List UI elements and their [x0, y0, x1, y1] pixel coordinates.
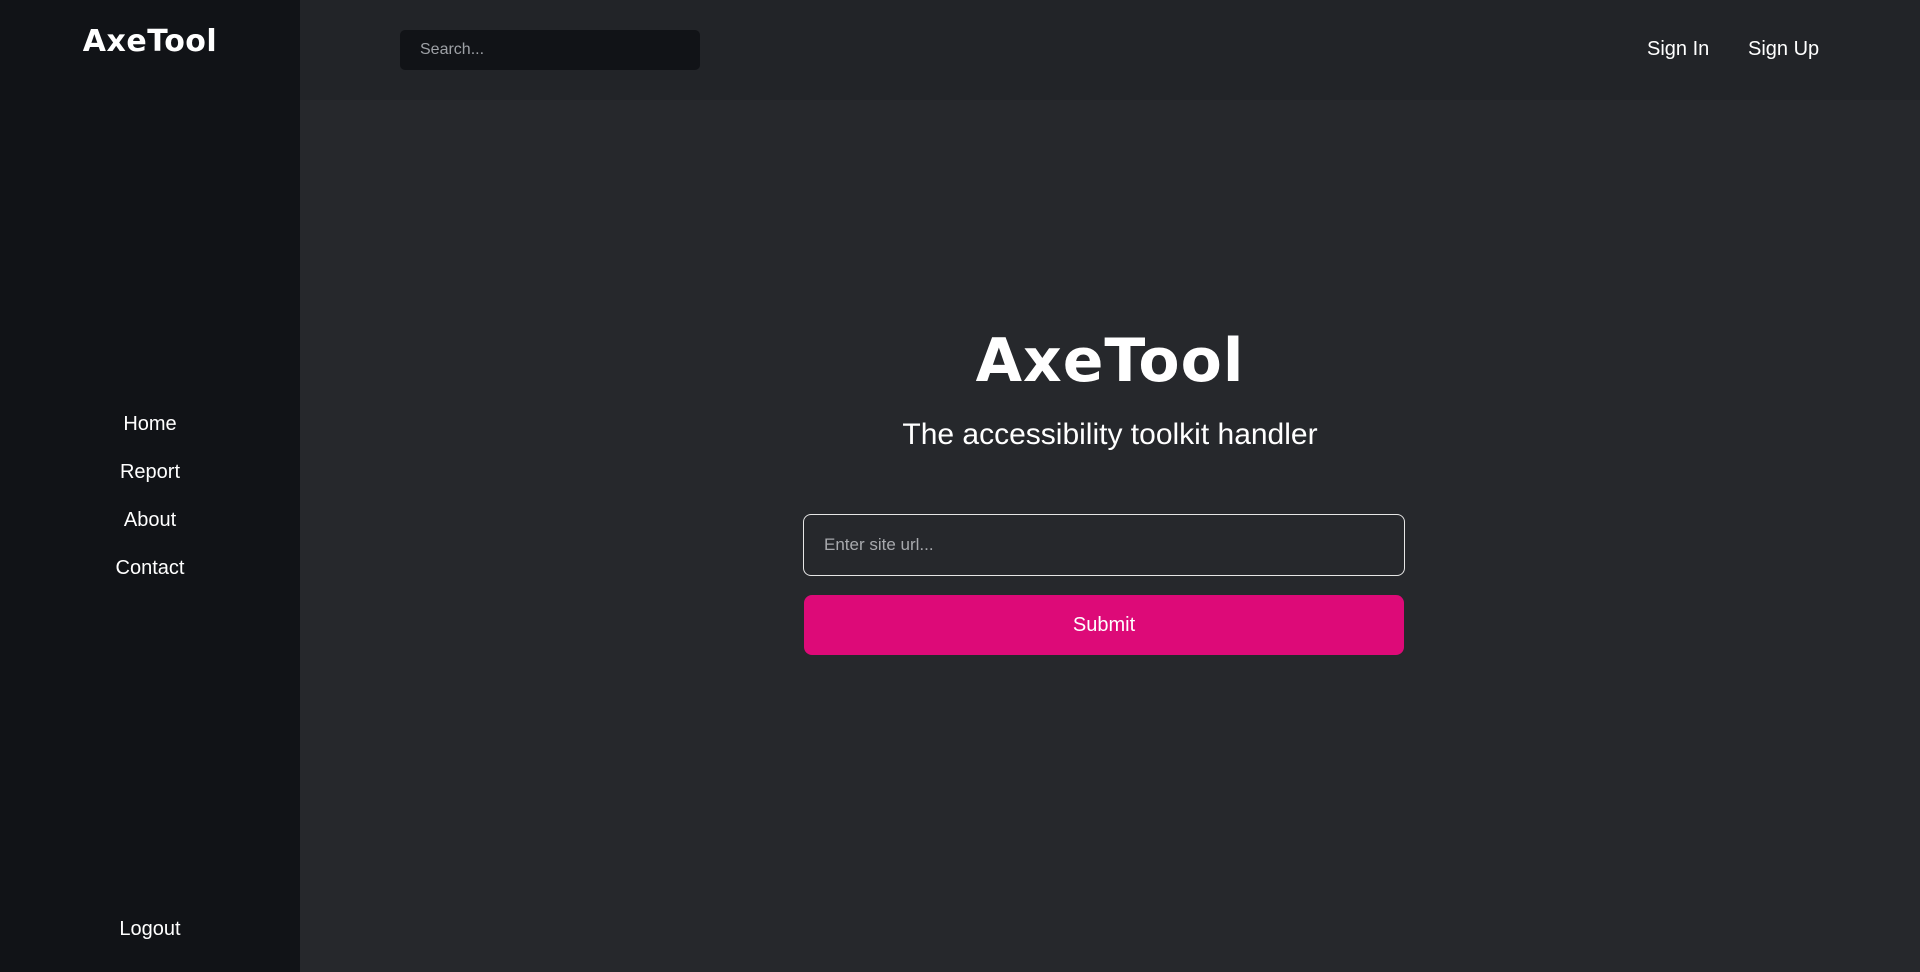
sidebar-logo[interactable]: AxeTool — [0, 24, 300, 59]
sidebar-item-home[interactable]: Home — [0, 406, 300, 454]
sign-in-link[interactable]: Sign In — [1647, 38, 1709, 61]
hero-subtitle: The accessibility toolkit handler — [902, 418, 1318, 451]
logout-link[interactable]: Logout — [0, 918, 300, 941]
submit-button[interactable]: Submit — [804, 595, 1404, 655]
sidebar-item-contact[interactable]: Contact — [0, 550, 300, 598]
sign-up-link[interactable]: Sign Up — [1748, 38, 1819, 61]
sidebar-nav: Home Report About Contact — [0, 406, 300, 598]
hero-title: AxeTool — [975, 326, 1245, 396]
top-header: Sign In Sign Up — [300, 0, 1920, 100]
sidebar-item-about[interactable]: About — [0, 502, 300, 550]
sidebar-item-report[interactable]: Report — [0, 454, 300, 502]
site-url-input[interactable] — [803, 514, 1405, 576]
app: AxeTool Home Report About Contact Logout… — [0, 0, 1920, 972]
search-input[interactable] — [400, 30, 700, 70]
sidebar: AxeTool Home Report About Contact Logout — [0, 0, 300, 972]
